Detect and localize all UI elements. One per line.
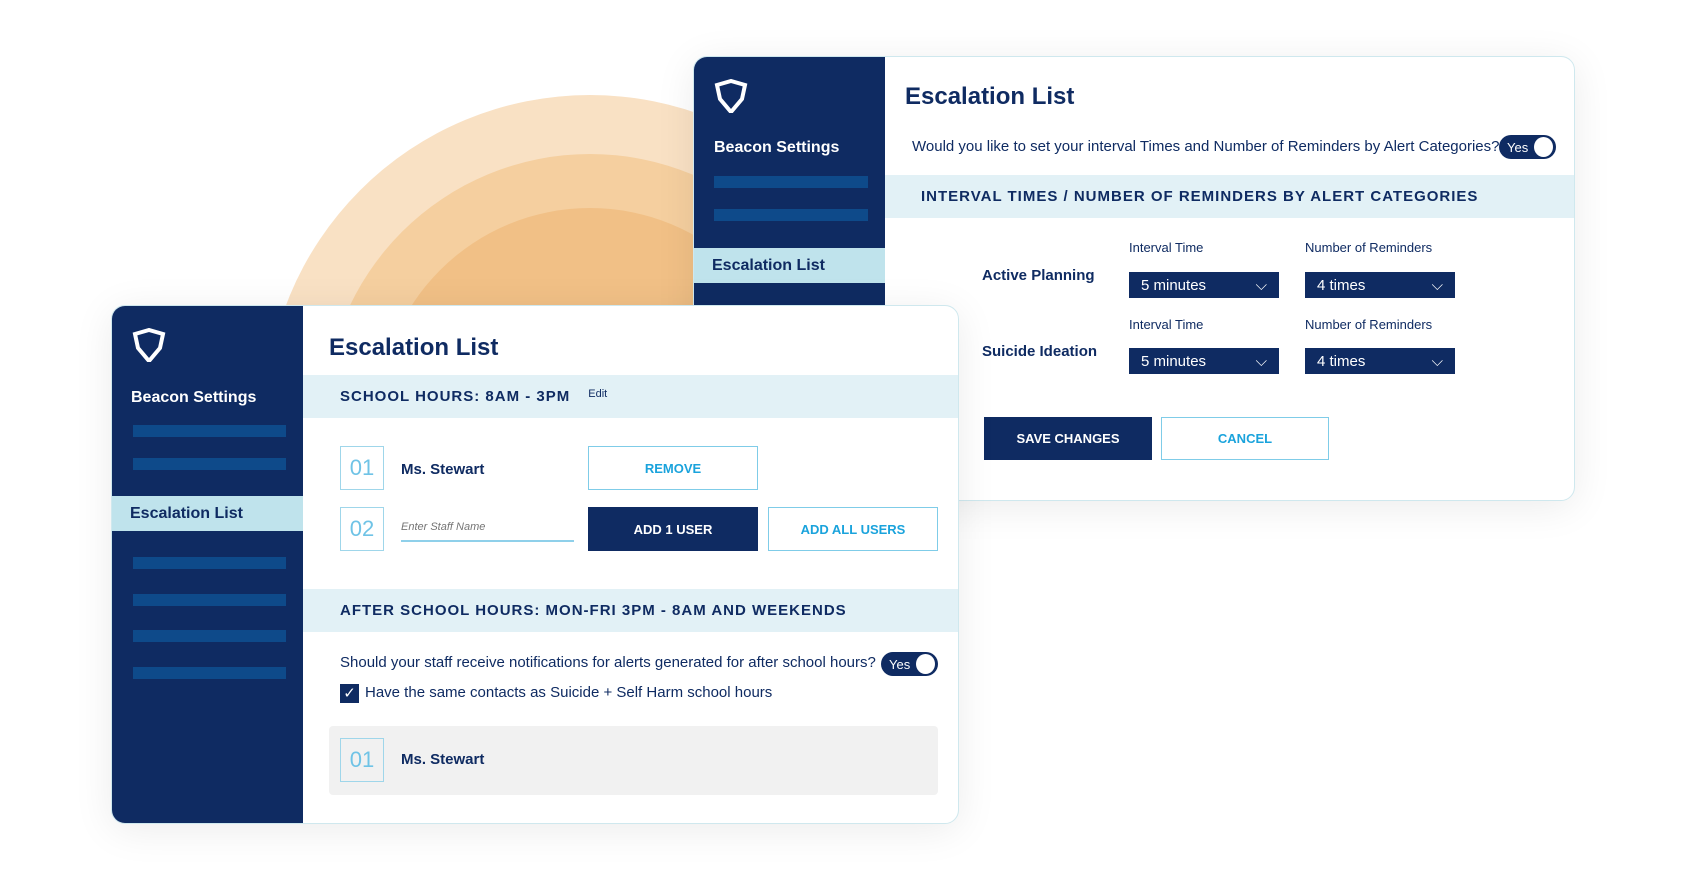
dropdown-value: 5 minutes (1141, 276, 1207, 294)
front-escalation-panel: Beacon Settings Escalation List Escalati… (111, 305, 959, 824)
reminders-dropdown[interactable]: 4 times ⌵ (1305, 348, 1455, 374)
after-hours-header: AFTER SCHOOL HOURS: MON-FRI 3PM - 8AM AN… (303, 589, 958, 632)
sidebar-item-placeholder[interactable] (133, 667, 286, 679)
add-one-user-button[interactable]: ADD 1 USER (588, 507, 758, 551)
chevron-down-icon: ⌵ (1431, 276, 1443, 294)
reminders-label: Number of Reminders (1305, 317, 1433, 332)
school-hours-header: SCHOOL HOURS: 8AM - 3PM Edit (303, 375, 958, 418)
toggle-knob (1534, 137, 1553, 157)
page-title: Escalation List (329, 334, 499, 361)
save-changes-button[interactable]: SAVE CHANGES (984, 417, 1152, 460)
shield-logo-icon (132, 328, 166, 362)
sidebar-item-placeholder[interactable] (133, 458, 286, 470)
add-all-users-button[interactable]: ADD ALL USERS (768, 507, 938, 551)
row-number: 01 (340, 446, 384, 490)
dropdown-value: 5 minutes (1141, 352, 1207, 370)
sidebar-item-escalation-list[interactable]: Escalation List (694, 248, 885, 283)
same-contacts-label: Have the same contacts as Suicide + Self… (365, 684, 773, 701)
dropdown-value: 4 times (1317, 352, 1366, 370)
page-title: Escalation List (905, 83, 1075, 110)
row-number: 02 (340, 507, 384, 551)
shield-logo-icon (714, 79, 748, 113)
after-hours-question: Should your staff receive notifications … (340, 654, 876, 671)
sidebar-item-placeholder[interactable] (133, 557, 286, 569)
interval-question: Would you like to set your interval Time… (912, 138, 1500, 155)
interval-time-label: Interval Time (1129, 240, 1204, 255)
reminders-label: Number of Reminders (1305, 240, 1433, 255)
after-hours-toggle[interactable]: Yes (881, 652, 938, 676)
section-title: AFTER SCHOOL HOURS: MON-FRI 3PM - 8AM AN… (340, 602, 847, 619)
sidebar-item-placeholder[interactable] (714, 176, 868, 188)
contact-card: 01 Ms. Stewart (329, 726, 938, 795)
chevron-down-icon: ⌵ (1255, 276, 1267, 294)
same-contacts-checkbox[interactable]: ✓ (340, 684, 359, 703)
cancel-button[interactable]: CANCEL (1161, 417, 1329, 460)
sidebar-item-escalation-list[interactable]: Escalation List (112, 496, 303, 531)
sidebar: Beacon Settings Escalation List (112, 306, 303, 823)
sidebar-item-placeholder[interactable] (133, 630, 286, 642)
interval-time-dropdown[interactable]: 5 minutes ⌵ (1129, 272, 1279, 298)
remove-button[interactable]: REMOVE (588, 446, 758, 490)
sidebar-item-placeholder[interactable] (714, 209, 868, 221)
reminders-dropdown[interactable]: 4 times ⌵ (1305, 272, 1455, 298)
row-number: 01 (340, 738, 384, 782)
sidebar-title: Beacon Settings (714, 139, 840, 156)
dropdown-value: 4 times (1317, 276, 1366, 294)
category-label: Active Planning (982, 267, 1095, 284)
interval-time-dropdown[interactable]: 5 minutes ⌵ (1129, 348, 1279, 374)
toggle-knob (916, 654, 935, 674)
category-label: Suicide Ideation (982, 343, 1098, 360)
interval-toggle[interactable]: Yes (1499, 135, 1556, 159)
sidebar-item-placeholder[interactable] (133, 425, 286, 437)
interval-section-header: INTERVAL TIMES / NUMBER OF REMINDERS BY … (885, 175, 1574, 218)
sidebar-title: Beacon Settings (131, 389, 257, 406)
staff-name: Ms. Stewart (401, 751, 485, 768)
edit-link[interactable]: Edit (588, 388, 607, 400)
chevron-down-icon: ⌵ (1255, 352, 1267, 370)
interval-time-label: Interval Time (1129, 317, 1204, 332)
section-title: SCHOOL HOURS: 8AM - 3PM (340, 388, 571, 405)
sidebar-item-placeholder[interactable] (133, 594, 286, 606)
toggle-label: Yes (889, 656, 911, 672)
chevron-down-icon: ⌵ (1431, 352, 1443, 370)
section-title: INTERVAL TIMES / NUMBER OF REMINDERS BY … (921, 188, 1479, 205)
toggle-label: Yes (1507, 139, 1529, 155)
staff-name-input[interactable] (401, 514, 574, 542)
staff-name: Ms. Stewart (401, 461, 485, 478)
